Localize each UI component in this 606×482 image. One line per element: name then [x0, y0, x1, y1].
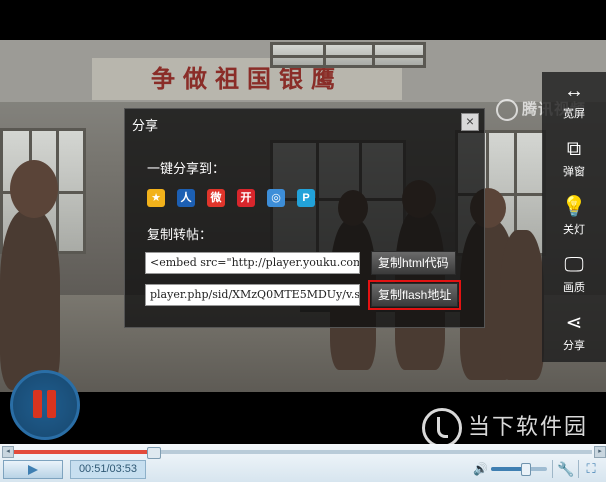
side-toolbar-share[interactable]: ⋖ 分享 [542, 304, 606, 360]
share-dialog: 分享 × 一键分享到： ★ 人 微 开 ◎ P 复制转帖： <embed src… [124, 108, 485, 328]
control-divider [552, 460, 553, 478]
video-scene-person [0, 210, 60, 390]
progress-end-arrow-icon[interactable]: ▸ [594, 446, 606, 458]
site-watermark: 当下软件园 [422, 408, 588, 448]
volume-icon[interactable]: 🔊 [473, 462, 488, 476]
side-toolbar-widescreen[interactable]: ↔ 宽屏 [542, 72, 606, 128]
control-divider [578, 460, 579, 478]
copy-flash-button[interactable]: 复制flash地址 [367, 280, 462, 310]
globe-icon[interactable]: ◎ [267, 189, 285, 207]
qzone-star-icon[interactable]: ★ [147, 189, 165, 207]
video-player: 争做祖国银鹰 腾讯视频 ↔ 宽屏 ⧉ 弹窗 💡 关灯 [0, 0, 606, 482]
video-scene-person-head [10, 160, 58, 218]
progress-handle[interactable] [147, 447, 161, 459]
settings-wrench-icon[interactable]: 🔧 [557, 461, 574, 477]
progress-played [14, 450, 153, 454]
kaixin-icon[interactable]: 开 [237, 189, 255, 207]
popup-window-icon: ⧉ [566, 138, 582, 160]
play-icon [28, 465, 38, 475]
copy-html-button[interactable]: 复制html代码 [371, 251, 456, 275]
fullscreen-icon[interactable]: ⛶ [583, 461, 599, 477]
share-dialog-title: 分享 [132, 118, 159, 133]
video-scene-person [500, 230, 544, 380]
side-toolbar-popup[interactable]: ⧉ 弹窗 [542, 130, 606, 186]
copy-embed-label: 复制转帖： [147, 227, 213, 242]
tencent-video-logo-icon [496, 99, 518, 122]
side-toolbar: ↔ 宽屏 ⧉ 弹窗 💡 关灯 🖵 画质 ⋖ 分享 [542, 72, 606, 362]
progress-start-arrow-icon[interactable]: ◂ [2, 446, 14, 458]
share-icon: ⋖ [565, 312, 583, 334]
play-button[interactable] [3, 460, 63, 479]
pengyou-icon[interactable]: P [297, 189, 315, 207]
renren-icon[interactable]: 人 [177, 189, 195, 207]
close-icon: × [465, 113, 475, 129]
flash-url-field[interactable]: player.php/sid/XMzQ0MTE5MDUy/v.swf [145, 284, 360, 306]
control-bar: ◂ ▸ 00:51/03:53 🔊 🔧 ⛶ [0, 444, 606, 482]
site-logo-icon [422, 408, 462, 448]
volume-handle[interactable] [521, 463, 531, 476]
volume-slider[interactable] [491, 463, 547, 476]
weibo-icon[interactable]: 微 [207, 189, 225, 207]
progress-bar[interactable] [14, 447, 592, 459]
share-dialog-close-button[interactable]: × [461, 113, 479, 131]
time-display: 00:51/03:53 [70, 460, 146, 479]
pause-icon [33, 390, 42, 418]
pause-button[interactable] [10, 370, 80, 440]
side-toolbar-lights-off[interactable]: 💡 关灯 [542, 188, 606, 244]
volume-level [491, 467, 525, 471]
share-to-label: 一键分享到： [147, 161, 226, 176]
monitor-icon: 🖵 [564, 254, 584, 276]
lightbulb-icon: 💡 [561, 196, 587, 218]
widescreen-icon: ↔ [564, 80, 584, 102]
video-scene-window [270, 42, 426, 68]
side-toolbar-quality[interactable]: 🖵 画质 [542, 246, 606, 302]
pause-icon [47, 390, 56, 418]
embed-code-field[interactable]: <embed src="http://player.youku.com/play… [145, 252, 360, 274]
